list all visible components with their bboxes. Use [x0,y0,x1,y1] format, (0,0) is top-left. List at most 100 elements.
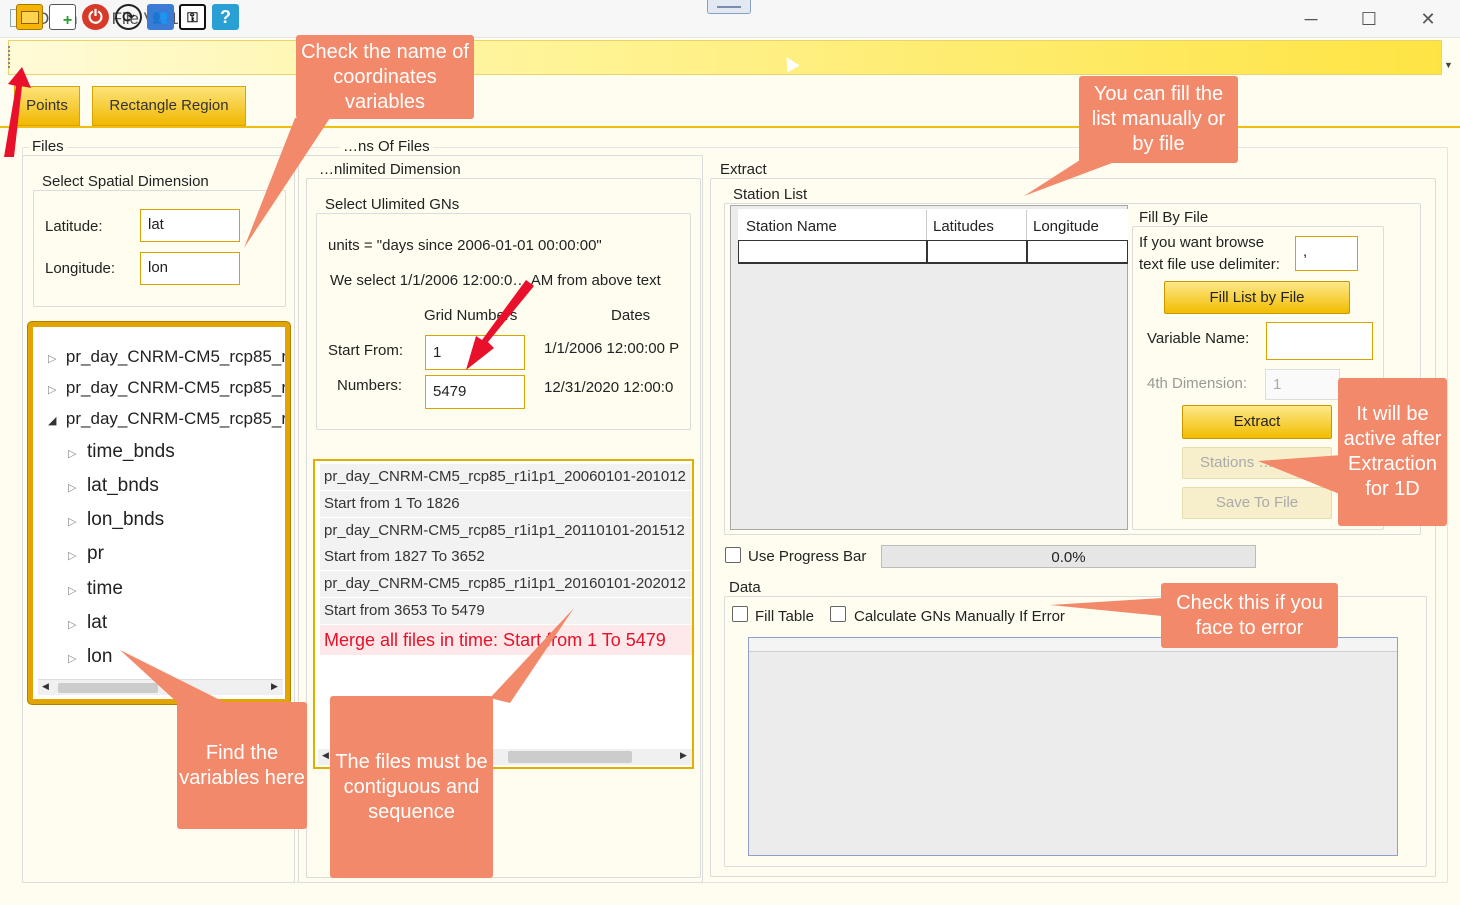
tree-var-label: lon_bnds [87,509,165,530]
chevron-right-icon[interactable]: ▷ [68,482,76,494]
tree-var-time[interactable]: ▷ time [68,578,123,600]
tree-file-node-1[interactable]: ▷ pr_day_CNRM-CM5_rcp85_r [48,347,287,367]
longitude-input[interactable]: lon [140,252,240,285]
station-list-title: Station List [730,186,811,203]
start-from-label: Start From: [328,342,404,359]
column-header-station-name[interactable]: Station Name [738,210,927,240]
chevron-right-icon[interactable]: ▷ [68,619,76,631]
fourth-dimension-label: 4th Dimension: [1147,375,1248,392]
variables-tree[interactable]: ▷ pr_day_CNRM-CM5_rcp85_r ▷ pr_day_CNRM-… [28,322,290,704]
chevron-right-icon[interactable]: ▷ [48,384,56,396]
scroll-right-icon[interactable]: ▶ [271,681,278,692]
callout-find-variables: Find the variables here [177,702,307,829]
drag-handle[interactable] [707,0,751,14]
tree-var-label: pr [87,543,104,564]
chevron-right-icon[interactable]: ▷ [68,585,76,597]
scroll-left-icon[interactable]: ◀ [42,681,49,692]
tree-var-lon-bnds[interactable]: ▷ lon_bnds [68,509,164,531]
power-icon[interactable]: ⏻ [82,4,109,30]
latitude-input[interactable]: lat [140,209,240,242]
toolbar-overflow-icon[interactable]: ▼ [1444,60,1453,70]
callout-active-after-extraction: It will be active after Extraction for 1… [1338,378,1447,526]
extract-group-title: Extract [717,161,770,178]
tree-file-label: pr_day_CNRM-CM5_rcp85_r [65,378,287,397]
calculate-gns-label: Calculate GNs Manually If Error [854,608,1065,625]
fill-text-line-2: text file use delimiter: [1139,256,1280,273]
fill-by-file-title: Fill By File [1136,209,1212,226]
station-name-cell[interactable] [738,240,927,264]
tree-file-label: pr_day_CNRM-CM5_rcp85_r [65,347,287,366]
dates-header: Dates [611,307,651,324]
minimize-button[interactable]: ─ [1288,4,1334,34]
chevron-right-icon[interactable]: ▷ [68,550,76,562]
add-file-icon[interactable]: + [49,4,76,30]
open-folder-icon[interactable] [16,4,43,30]
fill-table-checkbox[interactable] [732,606,748,622]
chevron-down-icon[interactable]: ◢ [48,415,56,427]
tab-underline [0,126,1460,128]
close-button[interactable]: ✕ [1405,4,1451,34]
tree-file-node-2[interactable]: ▷ pr_day_CNRM-CM5_rcp85_r [48,378,287,398]
tree-var-lon[interactable]: ▷ lon [68,646,112,668]
users-icon[interactable]: 👥 [147,4,174,30]
extract-button[interactable]: Extract [1182,405,1332,439]
tree-file-node-3[interactable]: ◢ pr_day_CNRM-CM5_rcp85_r [48,409,287,429]
use-progress-bar-checkbox[interactable] [725,547,741,563]
tree-var-pr[interactable]: ▷ pr [68,543,104,565]
unlimited-dimension-title: …nlimited Dimension [316,161,464,178]
progress-percent: 0.0% [1051,549,1086,566]
list-item[interactable]: pr_day_CNRM-CM5_rcp85_r1i1p1_20060101-20… [320,464,692,490]
chevron-right-icon[interactable]: ▷ [68,516,76,528]
list-item[interactable]: Start from 1 To 1826 [320,491,692,517]
chevron-right-icon[interactable]: ▷ [48,353,56,365]
column-header-longitude[interactable]: Longitude [1027,210,1128,240]
callout-coordinates: Check the name of coordinates variables [296,35,474,119]
annotation-arrow-icon [4,67,31,157]
tree-var-label: lon [87,646,113,667]
list-item[interactable]: Start from 1827 To 3652 [320,544,692,570]
scroll-left-icon[interactable]: ◀ [322,750,329,761]
maximize-button[interactable]: ☐ [1346,4,1392,34]
tree-var-lat-bnds[interactable]: ▷ lat_bnds [68,475,159,497]
help-icon[interactable]: ? [212,4,239,30]
tree-var-label: time [87,578,123,599]
variable-name-label: Variable Name: [1147,330,1250,347]
longitude-label: Longitude: [45,260,116,277]
fourth-dimension-input[interactable]: 1 [1265,369,1340,400]
list-item[interactable]: pr_day_CNRM-CM5_rcp85_r1i1p1_20110101-20… [320,518,692,544]
fill-table-label: Fill Table [755,608,814,625]
chevron-right-icon[interactable]: ▷ [68,653,76,665]
callout-fill-list: You can fill the list manually or by fil… [1079,76,1238,163]
end-date-text: 12/31/2020 12:00:0 [544,379,674,396]
refresh-icon[interactable]: ⟳ [115,4,142,30]
latitude-label: Latitude: [45,218,103,235]
tree-var-label: lat [87,612,108,633]
numbers-input[interactable]: 5479 [425,375,525,409]
start-date-text: 1/1/2006 12:00:00 P [544,340,680,357]
key-icon[interactable]: ⚿ [179,4,206,30]
data-group-title: Data [726,579,764,596]
spatial-dimension-title: Select Spatial Dimension [39,173,212,190]
annotation-arrow-icon [466,280,534,370]
latitude-cell[interactable] [927,240,1027,264]
scroll-right-icon[interactable]: ▶ [680,750,687,761]
tree-var-time-bnds[interactable]: ▷ time_bnds [68,441,175,463]
tree-var-lat[interactable]: ▷ lat [68,612,107,634]
chevron-right-icon[interactable]: ▷ [68,448,76,460]
calculate-gns-checkbox[interactable] [830,606,846,622]
station-grid[interactable]: Station Name Latitudes Longitude [730,205,1128,530]
list-item[interactable]: pr_day_CNRM-CM5_rcp85_r1i1p1_20160101-20… [320,571,692,597]
data-table[interactable] [748,637,1398,856]
column-header-latitudes[interactable]: Latitudes [927,210,1027,240]
longitude-cell[interactable] [1027,240,1128,264]
tab-rectangle-region[interactable]: Rectangle Region [92,86,246,126]
scrollbar-thumb[interactable] [508,751,632,763]
fill-list-by-file-button[interactable]: Fill List by File [1164,281,1350,314]
tree-file-label: pr_day_CNRM-CM5_rcp85_r [65,409,287,428]
tree-var-label: time_bnds [87,441,175,462]
delimiter-input[interactable]: , [1295,236,1358,271]
gns-group-title: …ns Of Files [340,138,433,155]
callout-check-error: Check this if you face to error [1161,583,1338,648]
progress-bar: 0.0% [881,545,1256,568]
variable-name-input[interactable] [1266,322,1373,360]
